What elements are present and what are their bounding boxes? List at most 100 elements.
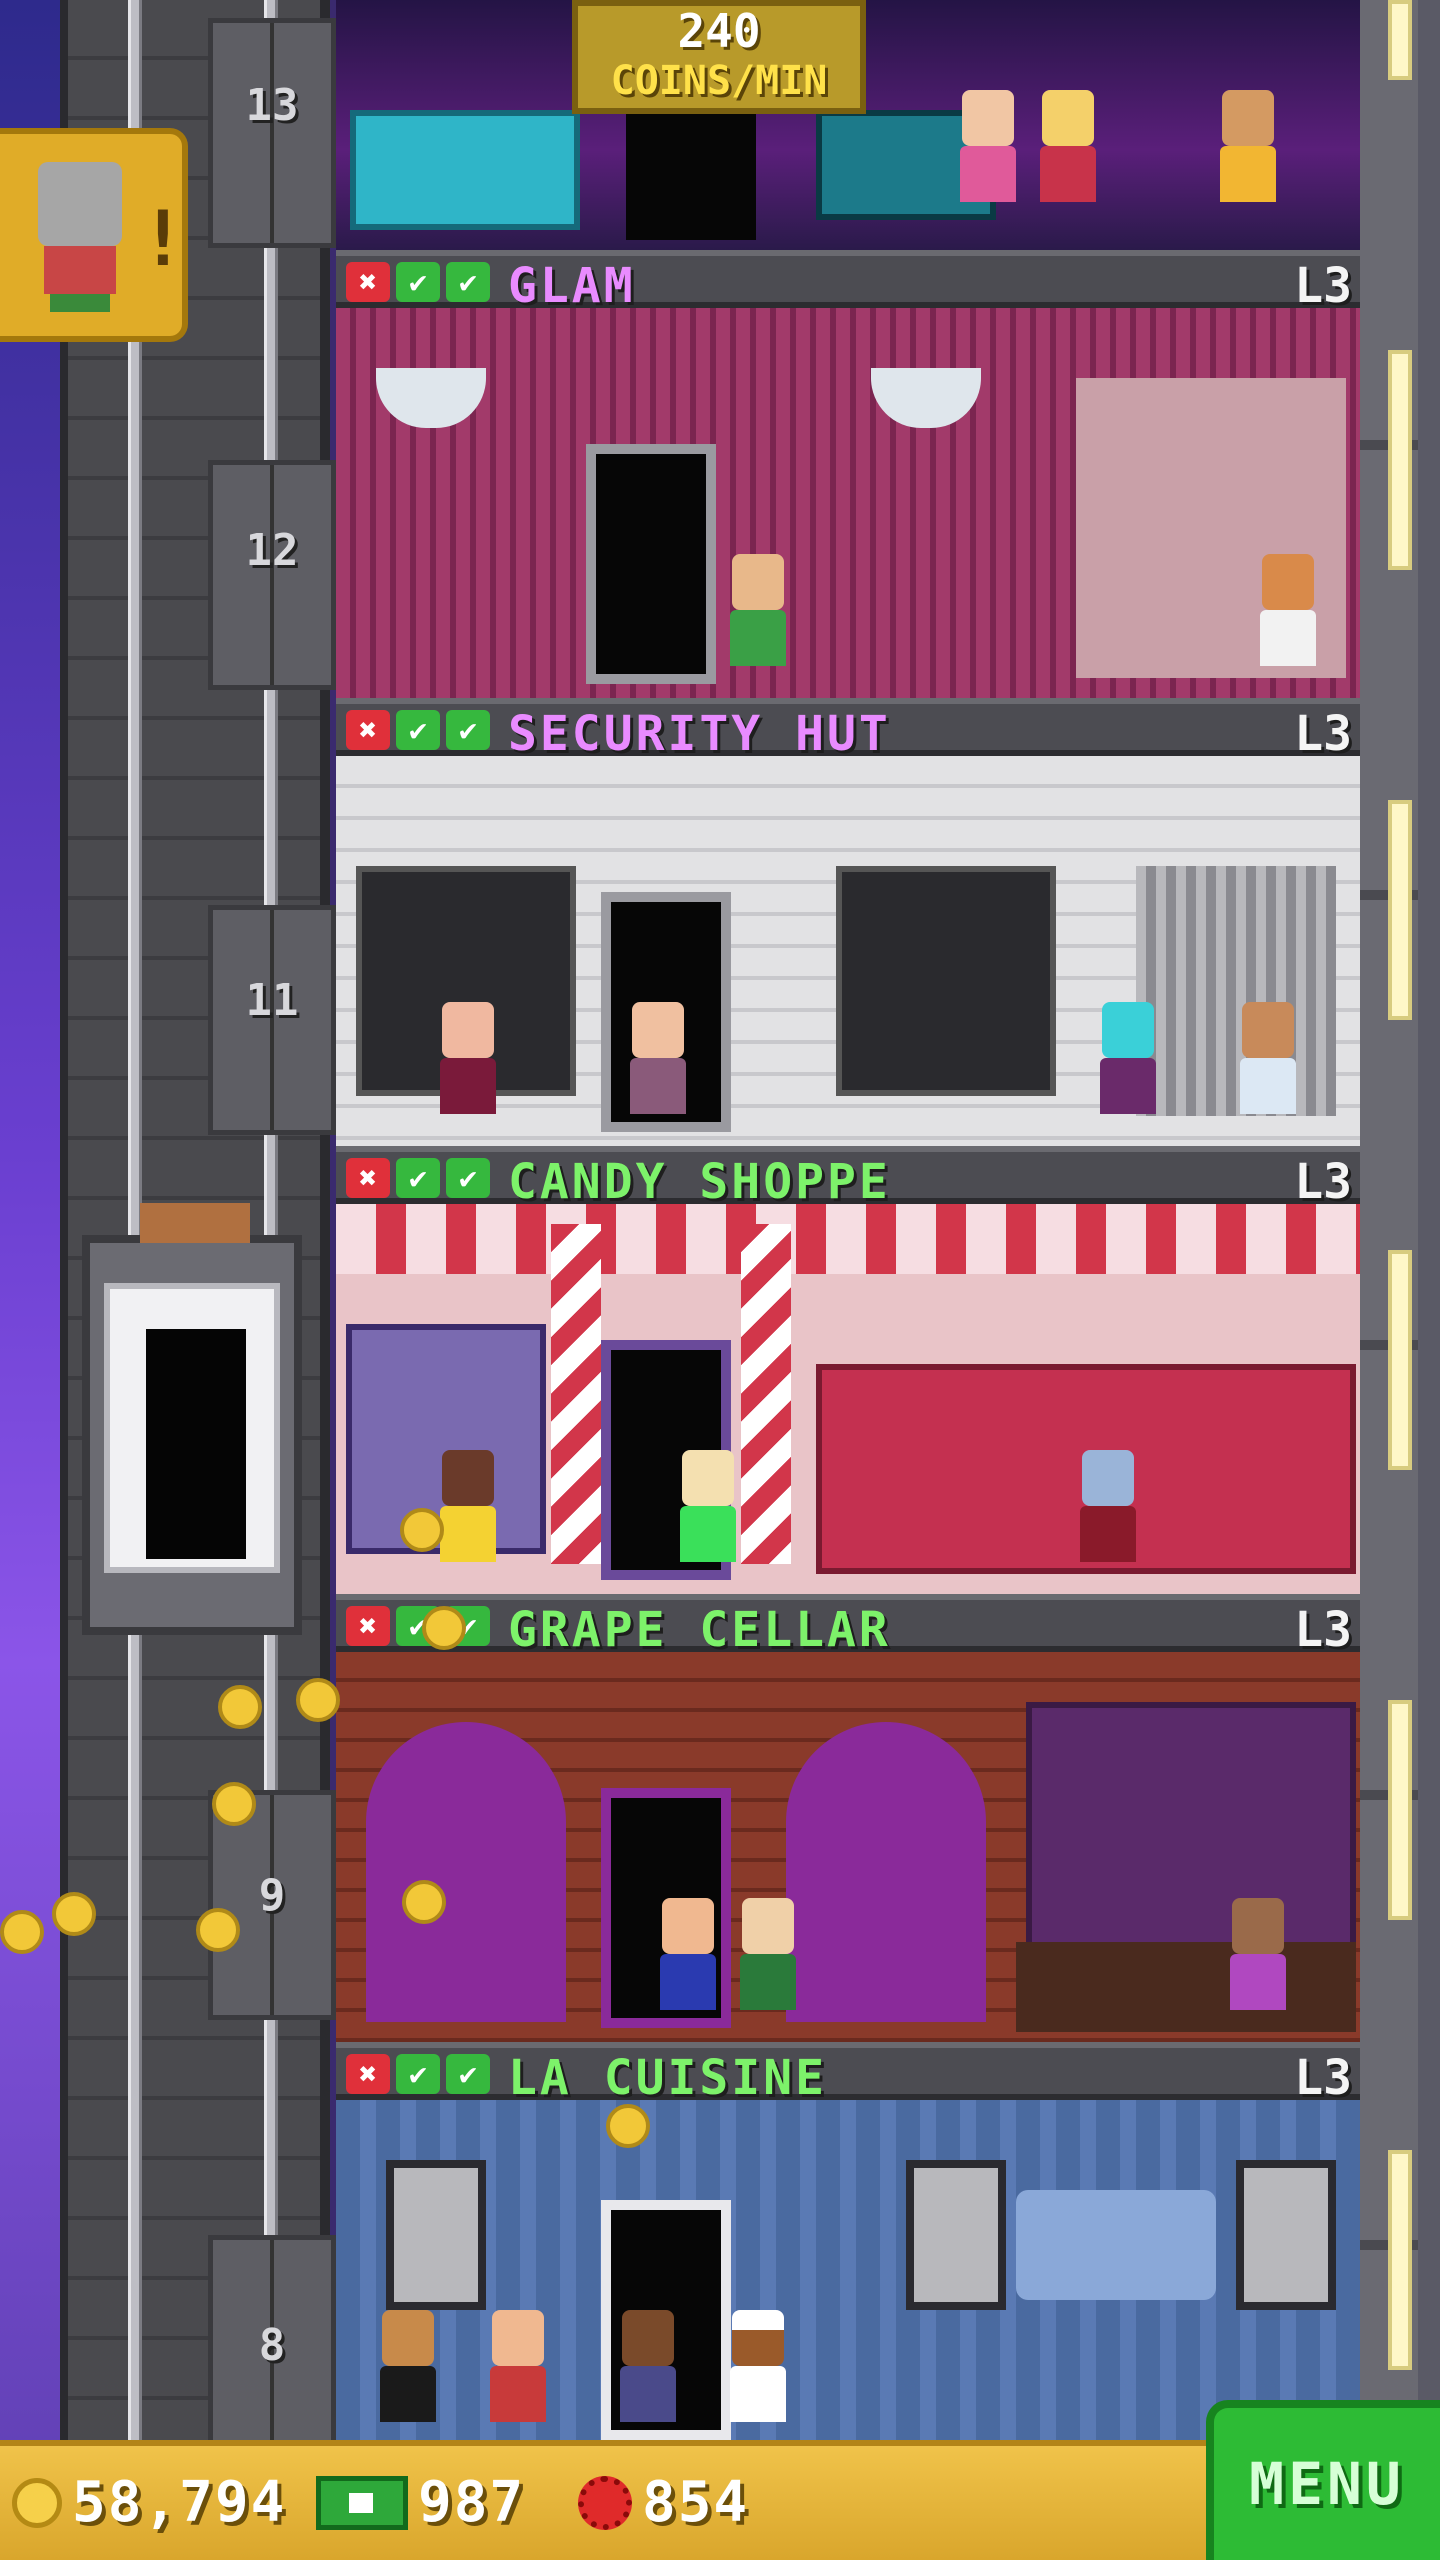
- chips-counter[interactable]: 854: [578, 2470, 749, 2535]
- elevator-car[interactable]: [82, 1203, 302, 1635]
- tower-resident[interactable]: [376, 2310, 440, 2440]
- coin-icon[interactable]: [400, 1508, 444, 1552]
- person-head: [442, 1450, 494, 1506]
- wall-painting: [386, 2160, 486, 2310]
- room-interior[interactable]: [336, 1204, 1360, 1594]
- floor-number-11: 11: [245, 975, 299, 1026]
- night-sky-background: [0, 0, 60, 2560]
- tower-resident[interactable]: [1216, 90, 1280, 220]
- chip-icon: [578, 2475, 632, 2530]
- floor-header[interactable]: ✖ ✔ ✔ GLAM L3: [336, 250, 1360, 314]
- person-head: [742, 1898, 794, 1954]
- person-head: [962, 90, 1014, 146]
- person-head: [382, 2310, 434, 2366]
- floor-stock-status: ✖ ✔ ✔: [346, 2054, 490, 2094]
- check-icon: ✔: [446, 1158, 490, 1198]
- person-head: [1222, 90, 1274, 146]
- coin-icon[interactable]: [402, 1880, 446, 1924]
- person-head: [1082, 1450, 1134, 1506]
- window-light: [1388, 2150, 1412, 2370]
- wine-rack-arch: [786, 1722, 986, 2022]
- tower-resident[interactable]: [616, 2310, 680, 2440]
- person-body: [1240, 1058, 1296, 1114]
- floor-header[interactable]: ✖ ✔ ✔ LA CUISINE L3: [336, 2042, 1360, 2106]
- tower-resident[interactable]: [1036, 90, 1100, 220]
- tower-resident[interactable]: [726, 554, 790, 684]
- tower-resident[interactable]: [436, 1450, 500, 1580]
- x-icon: ✖: [346, 2054, 390, 2094]
- person-body: [1230, 1954, 1286, 2010]
- coin-icon[interactable]: [606, 2104, 650, 2148]
- coin-icon[interactable]: [296, 1678, 340, 1722]
- room-door: [586, 444, 716, 684]
- floor-glam[interactable]: ✖ ✔ ✔ GLAM L3: [336, 250, 1360, 698]
- tower-resident[interactable]: [1096, 1002, 1160, 1132]
- coin-icon[interactable]: [52, 1892, 96, 1936]
- tower-resident[interactable]: [1226, 1898, 1290, 2028]
- tower-resident[interactable]: [726, 2310, 790, 2440]
- check-icon: ✔: [396, 262, 440, 302]
- coin-icon[interactable]: [218, 1685, 262, 1729]
- tower-resident[interactable]: [656, 1898, 720, 2028]
- tower-resident[interactable]: [1256, 554, 1320, 684]
- floor-security-hut[interactable]: ✖ ✔ ✔ SECURITY HUT L3: [336, 698, 1360, 1146]
- floor-header[interactable]: ✖ ✔ ✔ CANDY SHOPPE L3: [336, 1146, 1360, 1210]
- notification-bubble[interactable]: !: [0, 128, 188, 342]
- window-light: [1388, 0, 1412, 80]
- room-interior[interactable]: [336, 2100, 1360, 2440]
- floor-header[interactable]: ✖ ✔ ✔ SECURITY HUT L3: [336, 698, 1360, 762]
- person-head: [682, 1450, 734, 1506]
- bux-value: 987: [418, 2470, 526, 2535]
- floor-name: SECURITY HUT: [508, 706, 891, 762]
- person-body: [1220, 146, 1276, 202]
- coin-icon: [12, 2477, 62, 2528]
- check-icon: ✔: [396, 710, 440, 750]
- tower-resident[interactable]: [956, 90, 1020, 220]
- person-body: [1260, 610, 1316, 666]
- floor-candy-shoppe[interactable]: ✖ ✔ ✔ CANDY SHOPPE L3: [336, 1146, 1360, 1594]
- floor-number-13: 13: [245, 80, 299, 131]
- tower-resident[interactable]: [486, 2310, 550, 2440]
- person-head: [732, 554, 784, 610]
- menu-button[interactable]: MENU: [1206, 2400, 1440, 2560]
- bux-counter[interactable]: 987: [316, 2470, 525, 2535]
- window-light: [1388, 350, 1412, 570]
- room-interior[interactable]: [336, 1652, 1360, 2042]
- coins-rate-amount: 240: [677, 4, 761, 58]
- floor-level: L3: [1294, 1154, 1352, 1210]
- coin-icon[interactable]: [196, 1908, 240, 1952]
- person-body: [620, 2366, 676, 2422]
- coin-icon[interactable]: [422, 1606, 466, 1650]
- tower-resident[interactable]: [1076, 1450, 1140, 1580]
- floor-stock-status: ✖ ✔ ✔: [346, 1158, 490, 1198]
- person-head: [732, 2310, 784, 2366]
- person-body: [680, 1506, 736, 1562]
- tower-resident[interactable]: [676, 1450, 740, 1580]
- floor-name: LA CUISINE: [508, 2050, 827, 2106]
- tower-resident[interactable]: [436, 1002, 500, 1132]
- check-icon: ✔: [446, 262, 490, 302]
- coin-icon[interactable]: [212, 1782, 256, 1826]
- zombie-icon: [30, 162, 130, 312]
- room-interior[interactable]: [336, 308, 1360, 698]
- floor-number-12: 12: [245, 525, 299, 576]
- floor-grape-cellar[interactable]: ✖ ✔ ✔ GRAPE CELLAR L3: [336, 1594, 1360, 2042]
- coins-per-minute-banner: 240 COINS/MIN: [572, 0, 866, 114]
- coins-counter[interactable]: 58,794: [12, 2470, 286, 2535]
- floor-level: L3: [1294, 258, 1352, 314]
- floor-header[interactable]: ✖ ✔ ✔ GRAPE CELLAR L3: [336, 1594, 1360, 1658]
- check-icon: ✔: [446, 710, 490, 750]
- tower-resident[interactable]: [1236, 1002, 1300, 1132]
- floor-la-cuisine[interactable]: ✖ ✔ ✔ LA CUISINE L3: [336, 2042, 1360, 2440]
- wall-painting: [1236, 2160, 1336, 2310]
- tower-resident[interactable]: [626, 1002, 690, 1132]
- person-body: [740, 1954, 796, 2010]
- person-head: [622, 2310, 674, 2366]
- elevator-cab: [104, 1283, 280, 1573]
- restaurant-sign: [1016, 2190, 1216, 2300]
- person-body: [730, 2366, 786, 2422]
- tower-resident[interactable]: [736, 1898, 800, 2028]
- coin-icon[interactable]: [0, 1910, 44, 1954]
- room-interior[interactable]: [336, 756, 1360, 1146]
- tower-bux-icon: [316, 2475, 408, 2530]
